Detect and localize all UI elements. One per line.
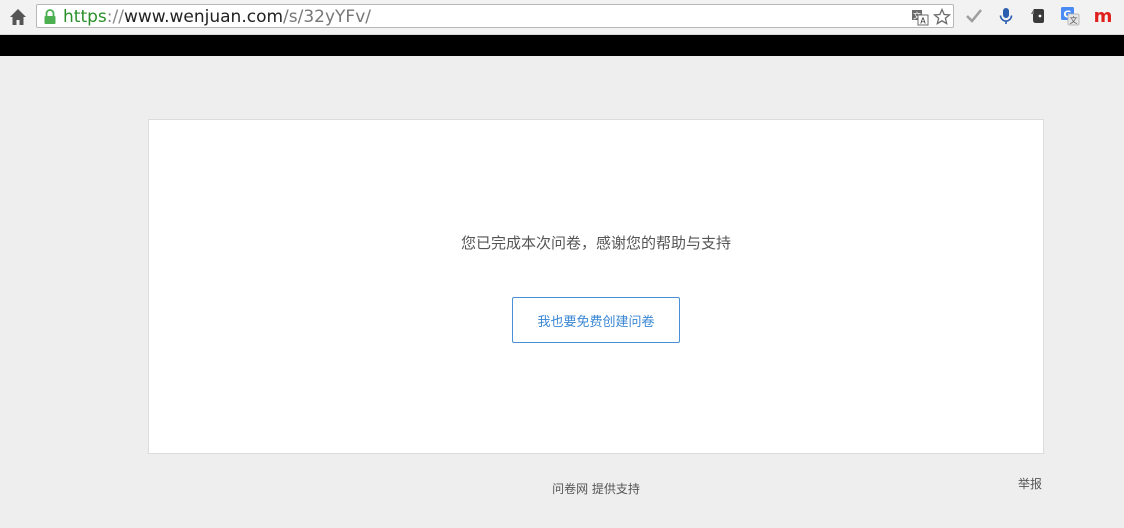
evernote-icon[interactable] [1028, 6, 1048, 26]
url-path: /s/32yYFv/ [283, 7, 372, 27]
address-bar[interactable]: https://www.wenjuan.com/s/32yYFv/ 文 A [36, 4, 954, 28]
lock-icon [43, 9, 57, 25]
svg-text:文: 文 [1070, 15, 1078, 25]
check-icon[interactable] [964, 6, 984, 26]
m-extension-icon[interactable]: m [1092, 6, 1113, 27]
thanks-message: 您已完成本次问卷，感谢您的帮助与支持 [460, 234, 731, 252]
svg-text:A: A [920, 17, 926, 26]
star-icon[interactable] [932, 7, 952, 26]
home-icon[interactable] [8, 7, 28, 27]
powered-by-text[interactable]: 问卷网 提供支持 [0, 480, 1124, 497]
google-translate-icon[interactable]: G 文 [1060, 6, 1080, 26]
url-separator: :// [106, 7, 124, 27]
create-survey-button[interactable]: 我也要免费创建问卷 [512, 297, 680, 343]
black-banner [0, 35, 1124, 56]
url-text: https://www.wenjuan.com/s/32yYFv/ [63, 6, 371, 28]
survey-complete-card: 您已完成本次问卷，感谢您的帮助与支持 我也要免费创建问卷 [148, 119, 1044, 454]
report-link[interactable]: 举报 [1018, 475, 1042, 492]
url-scheme: https [63, 7, 107, 27]
browser-toolbar: https://www.wenjuan.com/s/32yYFv/ 文 A G … [0, 0, 1124, 35]
url-host: www.wenjuan.com [123, 7, 284, 27]
svg-text:m: m [1094, 6, 1113, 26]
microphone-icon[interactable] [996, 6, 1016, 26]
translate-icon[interactable]: 文 A [911, 8, 929, 26]
